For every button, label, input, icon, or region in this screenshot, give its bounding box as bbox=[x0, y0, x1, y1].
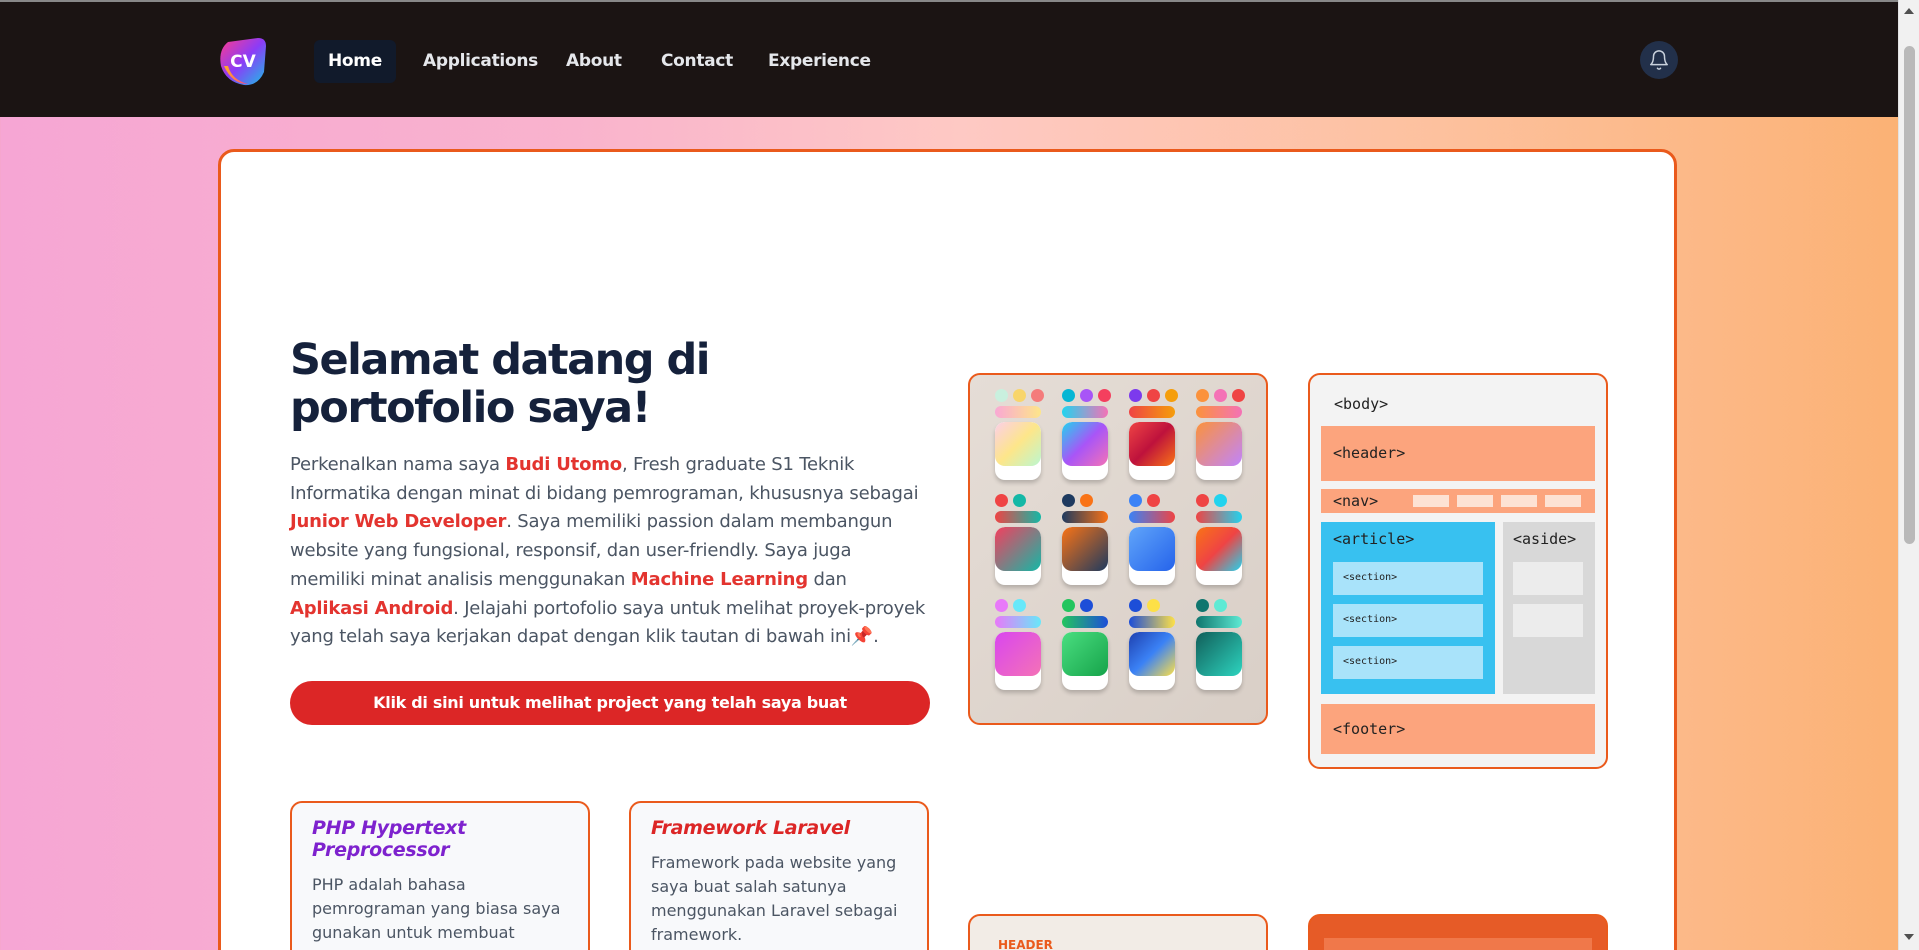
diagram-nav-link bbox=[1457, 495, 1493, 507]
html-layout-diagram-image: <body> <header> <nav> <article> <section… bbox=[1308, 373, 1608, 769]
diagram-section-label: <section> bbox=[1343, 614, 1398, 625]
role-highlight: Junior Web Developer bbox=[290, 511, 507, 533]
diagram-aside-item bbox=[1513, 604, 1583, 637]
diagram-footer-block: <footer> bbox=[1321, 704, 1595, 754]
nav-experience[interactable]: Experience bbox=[754, 40, 885, 83]
diagram-article-block: <article> <section> <section> <section> bbox=[1321, 522, 1495, 694]
palette-column bbox=[995, 389, 1045, 690]
diagram-aside-label: <aside> bbox=[1513, 530, 1577, 548]
diagram-section-block: <section> bbox=[1333, 646, 1483, 679]
header-mockup-image: HEADER bbox=[968, 914, 1268, 950]
skill-card-laravel: Framework Laravel Framework pada website… bbox=[629, 801, 929, 950]
diagram-section-block: <section> bbox=[1333, 604, 1483, 637]
nav-applications[interactable]: Applications bbox=[409, 40, 552, 83]
palette-column bbox=[1129, 389, 1179, 690]
android-highlight: Aplikasi Android bbox=[290, 597, 454, 619]
text-fragment: Perkenalkan nama saya bbox=[290, 454, 506, 475]
skill-card-title: PHP Hypertext Preprocessor bbox=[312, 817, 466, 861]
cv-logo-icon[interactable]: CV bbox=[218, 36, 268, 86]
color-palette-image bbox=[968, 373, 1268, 725]
skill-card-text: PHP adalah bahasa pemrograman yang biasa… bbox=[312, 875, 561, 950]
skill-card-text: Framework pada website yang saya buat sa… bbox=[651, 853, 898, 944]
diagram-article-label: <article> bbox=[1333, 530, 1415, 548]
top-navbar: CV Home Applications About Contact Exper… bbox=[0, 2, 1898, 117]
svg-text:CV: CV bbox=[230, 52, 256, 72]
nav-contact[interactable]: Contact bbox=[647, 40, 747, 83]
diagram-section-label: <section> bbox=[1343, 572, 1398, 583]
diagram-aside-item bbox=[1513, 562, 1583, 595]
diagram-footer-label: <footer> bbox=[1333, 720, 1406, 738]
pushpin-icon: 📌 bbox=[850, 626, 874, 648]
orange-mockup-image bbox=[1308, 914, 1608, 950]
orange-mockup-inner bbox=[1324, 938, 1592, 950]
ml-highlight: Machine Learning bbox=[630, 568, 808, 590]
bell-icon bbox=[1650, 50, 1668, 70]
name-highlight: Budi Utomo bbox=[505, 454, 622, 475]
scroll-up-arrow-icon[interactable] bbox=[1904, 8, 1914, 14]
notification-button[interactable] bbox=[1640, 41, 1678, 79]
diagram-header-block: <header> bbox=[1321, 426, 1595, 481]
diagram-nav-link bbox=[1501, 495, 1537, 507]
text-fragment: . bbox=[873, 626, 879, 648]
diagram-aside-block: <aside> bbox=[1503, 522, 1595, 694]
scroll-down-arrow-icon[interactable] bbox=[1904, 934, 1914, 940]
scrollbar-thumb[interactable] bbox=[1904, 46, 1915, 544]
diagram-nav-block: <nav> bbox=[1321, 489, 1595, 513]
diagram-section-block: <section> bbox=[1333, 562, 1483, 595]
palette-column bbox=[1196, 389, 1246, 690]
view-projects-button[interactable]: Klik di sini untuk melihat project yang … bbox=[290, 681, 930, 725]
hero-description: Perkenalkan nama saya Budi Utomo, Fresh … bbox=[290, 451, 930, 652]
palette-column bbox=[1062, 389, 1112, 690]
diagram-nav-link bbox=[1545, 495, 1581, 507]
nav-about[interactable]: About bbox=[552, 40, 636, 83]
page-scrollbar[interactable] bbox=[1898, 0, 1919, 950]
header-mockup-label: HEADER bbox=[998, 938, 1053, 950]
skill-card-php: PHP Hypertext Preprocessor PHP adalah ba… bbox=[290, 801, 590, 950]
diagram-nav-label: <nav> bbox=[1333, 492, 1379, 510]
skill-card-title: Framework Laravel bbox=[651, 817, 850, 839]
diagram-section-label: <section> bbox=[1343, 656, 1398, 667]
hero-title: Selamat datang di portofolio saya! bbox=[290, 335, 711, 433]
diagram-nav-link bbox=[1413, 495, 1449, 507]
text-fragment: dan bbox=[807, 568, 847, 590]
nav-home[interactable]: Home bbox=[314, 40, 396, 83]
diagram-header-label: <header> bbox=[1333, 444, 1406, 462]
diagram-body-label: <body> bbox=[1334, 395, 1389, 413]
